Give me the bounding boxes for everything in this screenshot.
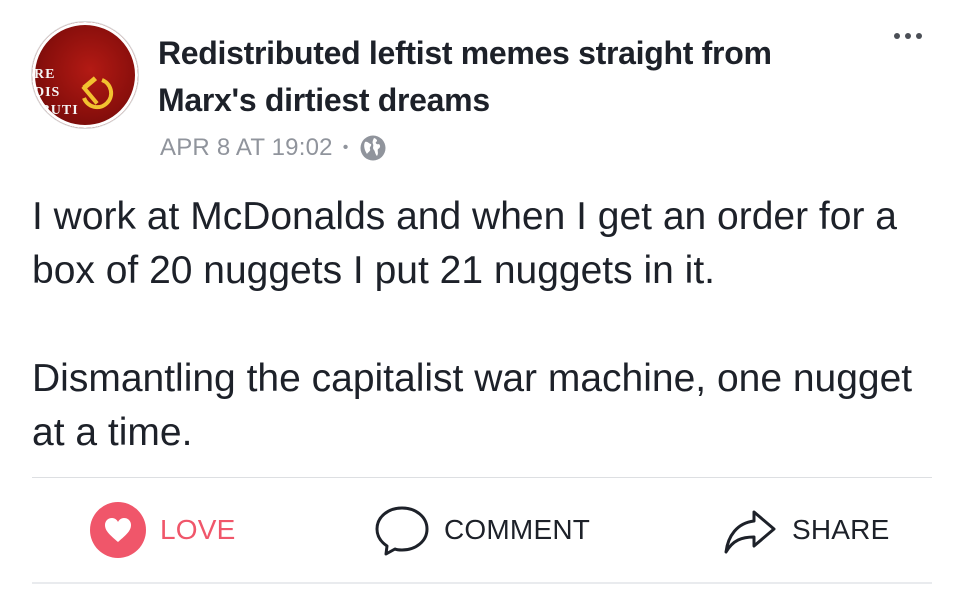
- bottom-divider: [32, 582, 932, 584]
- post-timestamp[interactable]: APR 8 AT 19:02: [160, 134, 333, 162]
- post-paragraph: I work at McDonalds and when I get an or…: [32, 195, 897, 292]
- dot: [916, 33, 922, 39]
- facebook-post: RE DIS IBUTI Redistributed leftist memes…: [0, 0, 960, 589]
- post-meta: APR 8 AT 19:02 •: [160, 131, 387, 165]
- love-button[interactable]: LOVE: [90, 500, 236, 560]
- speech-bubble-icon: [375, 506, 429, 556]
- more-options-icon[interactable]: [888, 26, 928, 46]
- share-label: SHARE: [792, 514, 890, 545]
- post-body: I work at McDonalds and when I get an or…: [32, 190, 932, 460]
- dot: [894, 33, 900, 39]
- comment-label: COMMENT: [444, 514, 591, 545]
- meta-separator: •: [342, 139, 349, 156]
- avatar-ring: [32, 22, 138, 128]
- page-avatar[interactable]: RE DIS IBUTI: [32, 22, 138, 128]
- page-name[interactable]: Redistributed leftist memes straight fro…: [158, 30, 838, 124]
- comment-button[interactable]: COMMENT: [374, 500, 590, 560]
- heart-icon: [90, 502, 146, 558]
- love-label: LOVE: [160, 514, 236, 545]
- dot: [905, 33, 911, 39]
- share-button[interactable]: SHARE: [722, 500, 889, 560]
- globe-icon[interactable]: [359, 134, 387, 162]
- divider: [32, 477, 932, 478]
- share-arrow-icon: [724, 510, 776, 554]
- post-paragraph: Dismantling the capitalist war machine, …: [32, 357, 913, 454]
